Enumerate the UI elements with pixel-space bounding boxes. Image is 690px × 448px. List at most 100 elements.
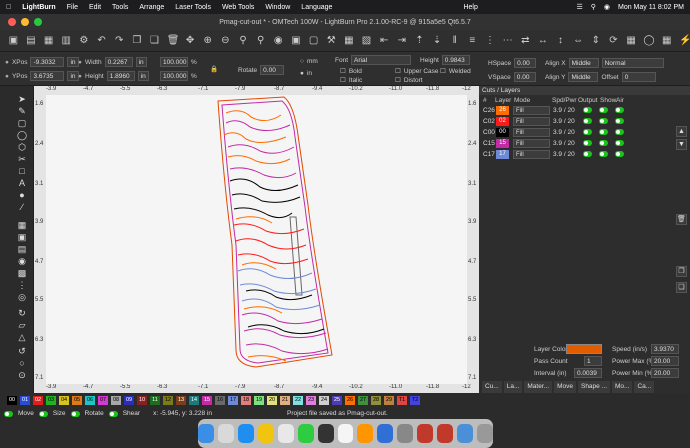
- mirror-h-icon[interactable]: ⇔: [573, 35, 584, 46]
- close-path-icon[interactable]: ○: [17, 358, 27, 368]
- palette-swatch[interactable]: 24: [319, 396, 329, 405]
- interval-input[interactable]: 0.0039: [574, 368, 602, 378]
- rotary-icon[interactable]: ⊙: [17, 370, 27, 380]
- pass-count-input[interactable]: 1: [584, 356, 602, 366]
- zoom-page-icon[interactable]: ⚲: [255, 35, 266, 46]
- distribute-v-icon[interactable]: ⋯: [502, 35, 513, 46]
- palette-swatch[interactable]: 23: [306, 396, 316, 405]
- app-store-icon[interactable]: [377, 424, 394, 443]
- palette-swatch[interactable]: 09: [124, 396, 134, 405]
- tab-material[interactable]: Mater...: [524, 381, 553, 393]
- safari-icon[interactable]: [237, 424, 254, 443]
- import-icon[interactable]: ▦: [43, 35, 54, 46]
- app-menu[interactable]: LightBurn: [22, 4, 55, 11]
- export-icon[interactable]: ▥: [61, 35, 72, 46]
- text-style-select[interactable]: Normal: [601, 58, 664, 68]
- checkbox-icon[interactable]: ☐: [395, 67, 401, 75]
- tools-icon[interactable]: ⚒: [326, 35, 337, 46]
- grid-icon[interactable]: ▦: [661, 35, 672, 46]
- tab-cuts[interactable]: Cu...: [482, 381, 502, 393]
- layer-swatch[interactable]: 00: [496, 128, 509, 137]
- height-input[interactable]: 1.8960: [106, 71, 135, 81]
- optimize-icon[interactable]: ↺: [17, 346, 27, 356]
- palette-swatch[interactable]: 08: [111, 396, 121, 405]
- hspace-input[interactable]: 0.00: [514, 58, 537, 68]
- layer-mode-select[interactable]: Fill: [513, 117, 550, 126]
- shear-toggle[interactable]: [108, 410, 118, 417]
- palette-swatch[interactable]: T2: [410, 396, 420, 405]
- layer-row[interactable]: C15 15 Fill 3.9 / 20: [479, 138, 690, 149]
- output-toggle[interactable]: [583, 128, 592, 135]
- layer-row[interactable]: C02 02 Fill 3.9 / 20: [479, 116, 690, 127]
- design-canvas[interactable]: -3.9 -4.7 -5.5 -6.3 -7.1 -7.9 -8.7 -9.4 …: [34, 86, 479, 393]
- align-right-icon[interactable]: ⇥: [396, 35, 407, 46]
- ellipse-icon[interactable]: ◯: [17, 130, 27, 140]
- mirror-v-icon[interactable]: ⇕: [591, 35, 602, 46]
- system-settings-icon[interactable]: [397, 424, 414, 443]
- group-icon[interactable]: ▦: [344, 35, 355, 46]
- alignx-select[interactable]: Middle: [568, 58, 599, 68]
- zoom-icon[interactable]: [34, 18, 42, 26]
- rectangle-icon[interactable]: ▢: [17, 118, 27, 128]
- menu-laser-tools[interactable]: Laser Tools: [175, 4, 211, 11]
- palette-swatch[interactable]: 16: [215, 396, 225, 405]
- control-center-icon[interactable]: ◉: [604, 3, 610, 11]
- apple-icon[interactable]: : [6, 4, 11, 11]
- lock-icon[interactable]: ●: [78, 73, 82, 80]
- palette-swatch[interactable]: T1: [397, 396, 407, 405]
- show-toggle[interactable]: [599, 128, 608, 135]
- measure-icon[interactable]: ∕: [17, 202, 27, 212]
- layer-mode-select[interactable]: Fill: [513, 128, 550, 137]
- tab-icon[interactable]: ▦: [17, 220, 27, 230]
- palette-swatch[interactable]: 10: [137, 396, 147, 405]
- lock-ratio-icon[interactable]: 🔒: [210, 65, 218, 73]
- palette-swatch[interactable]: 21: [280, 396, 290, 405]
- checkbox-icon[interactable]: ☐: [340, 67, 346, 75]
- vspace-input[interactable]: 0.00: [513, 72, 536, 82]
- polygon-icon[interactable]: ⬡: [17, 142, 27, 152]
- launchpad-icon[interactable]: [217, 424, 234, 443]
- air-toggle[interactable]: [615, 150, 624, 157]
- palette-swatch[interactable]: 27: [358, 396, 368, 405]
- pan-icon[interactable]: ✥: [185, 35, 196, 46]
- zoom-in-icon[interactable]: ⊕: [202, 35, 213, 46]
- settings-icon[interactable]: ⚙: [79, 35, 90, 46]
- palette-swatch[interactable]: 03: [46, 396, 56, 405]
- layer-mode-select[interactable]: Fill: [513, 106, 550, 115]
- menu-window[interactable]: Window: [265, 4, 290, 11]
- bend-icon[interactable]: ↻: [17, 308, 27, 318]
- offset-icon[interactable]: ▣: [17, 232, 27, 242]
- clock[interactable]: Mon May 11 8:02 PM: [618, 4, 684, 11]
- close-icon[interactable]: [8, 18, 16, 26]
- finder-icon[interactable]: [197, 424, 214, 443]
- redo-icon[interactable]: ↷: [114, 35, 125, 46]
- calendar-icon[interactable]: [337, 424, 354, 443]
- minimize-icon[interactable]: [21, 18, 29, 26]
- zoom-fit-icon[interactable]: ⚲: [238, 35, 249, 46]
- text-icon[interactable]: A: [17, 178, 27, 188]
- chrome-icon[interactable]: [257, 424, 274, 443]
- palette-swatch[interactable]: 05: [72, 396, 82, 405]
- camera-icon[interactable]: ◉: [273, 35, 284, 46]
- checkbox-icon[interactable]: ☐: [395, 76, 401, 84]
- scale-height-input[interactable]: 100.000: [160, 71, 188, 81]
- layer-copy-icon[interactable]: ❐: [676, 266, 687, 277]
- save-icon[interactable]: ▤: [26, 35, 37, 46]
- distribute-h-icon[interactable]: ⋮: [485, 35, 496, 46]
- font-select[interactable]: Arial: [351, 55, 412, 65]
- undo-icon[interactable]: ↶: [96, 35, 107, 46]
- checkbox-icon[interactable]: ☐: [440, 67, 446, 75]
- output-toggle[interactable]: [583, 106, 592, 113]
- checkbox-icon[interactable]: ☐: [340, 76, 346, 84]
- lightburn-alt-icon[interactable]: [437, 424, 454, 443]
- size-toggle[interactable]: [38, 410, 48, 417]
- trace-icon[interactable]: ▩: [17, 268, 27, 278]
- unit-in[interactable]: ● in: [300, 70, 312, 77]
- palette-swatch[interactable]: 11: [150, 396, 160, 405]
- downloads-folder-icon[interactable]: [457, 424, 474, 443]
- rotate-icon[interactable]: ⟳: [608, 35, 619, 46]
- same-height-icon[interactable]: ↕: [555, 35, 566, 46]
- uppercase-toggle[interactable]: ☐ Upper Case: [395, 67, 439, 76]
- output-toggle[interactable]: [583, 139, 592, 146]
- aligny-select[interactable]: Middle: [568, 72, 599, 82]
